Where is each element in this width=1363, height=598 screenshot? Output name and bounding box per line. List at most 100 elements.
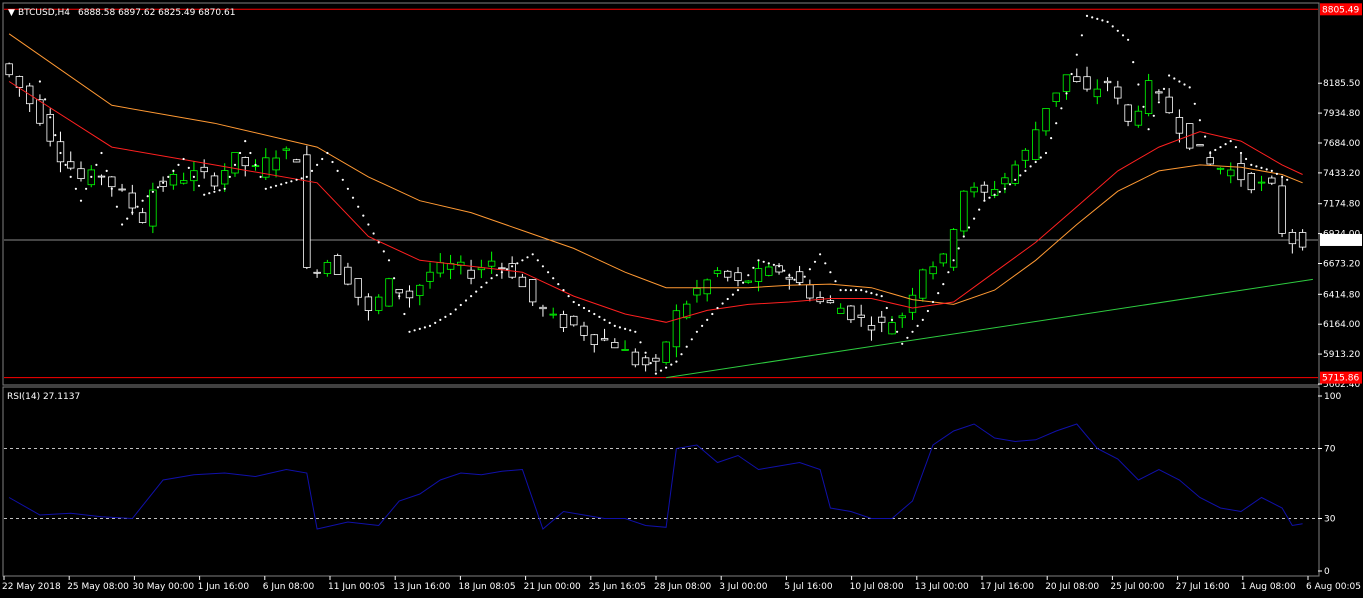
psar-dot [844, 289, 847, 292]
psar-dot [110, 187, 113, 190]
candle-body [56, 141, 65, 163]
candle-body [354, 278, 362, 298]
psar-dot [685, 345, 688, 348]
psar-dot [74, 187, 77, 190]
candle-body [1052, 92, 1060, 103]
psar-dot [1178, 80, 1181, 83]
candle-body [570, 315, 578, 326]
psar-dot [1209, 151, 1212, 155]
psar-dot [762, 260, 765, 263]
psar-dot [413, 329, 416, 332]
candle-body [919, 269, 927, 299]
psar-dot [1137, 83, 1140, 86]
candle-body [724, 270, 732, 278]
candle-body [323, 261, 332, 274]
time-tick-label: 17 Jul 16:00 [980, 582, 1034, 592]
price-tick-label: 6164.00 [1323, 320, 1360, 330]
psar-dot [629, 329, 632, 332]
psar-dot [90, 175, 93, 178]
candle-body [744, 280, 752, 283]
candle-body [1042, 108, 1050, 132]
rsi-header: RSI(14) 27.1137 [7, 392, 80, 402]
psar-dot [937, 292, 940, 295]
psar-dot [854, 289, 858, 292]
psar-dot [793, 278, 796, 281]
candle-body [1206, 157, 1214, 165]
candle-body [374, 296, 383, 311]
header-arrow-icon[interactable]: ▼ [8, 8, 15, 18]
time-tick-label: 10 Jul 08:00 [850, 582, 904, 592]
candle-body [1237, 162, 1245, 181]
psar-dot [813, 260, 817, 263]
candle-body [1103, 80, 1112, 84]
psar-dot [223, 187, 226, 190]
psar-dot [1121, 34, 1125, 37]
candle-body [980, 184, 989, 193]
psar-dot [121, 223, 124, 226]
candle-body [939, 253, 947, 264]
candle-body [549, 313, 557, 316]
psar-dot [916, 324, 919, 327]
psar-dot [577, 303, 581, 307]
psar-dot [495, 274, 498, 277]
psar-dot [177, 163, 180, 166]
psar-dot [172, 169, 175, 172]
candle-body [498, 267, 506, 270]
psar-dot [896, 330, 899, 333]
psar-dot [783, 269, 786, 272]
candle-body [313, 271, 321, 274]
time-tick-label: 6 Aug 00:05 [1306, 582, 1361, 592]
psar-dot [547, 271, 550, 274]
candle-body [590, 334, 598, 346]
psar-dot [105, 169, 108, 172]
psar-dot [865, 290, 868, 293]
psar-dot [1234, 146, 1237, 149]
candle-body [806, 284, 814, 299]
candle-body [631, 351, 640, 366]
psar-dot [516, 262, 519, 265]
psar-dot [464, 299, 468, 302]
candle-body [436, 262, 444, 274]
current-price-tag: 6870.61 [1322, 236, 1359, 246]
candle-body [1021, 149, 1030, 161]
psar-dot [233, 163, 237, 166]
psar-dot [1147, 128, 1150, 131]
psar-dot [1055, 122, 1058, 125]
psar-dot [1260, 166, 1263, 169]
psar-dot [197, 184, 201, 187]
psar-dot [521, 259, 524, 262]
psar-dot [926, 309, 930, 313]
candle-body [231, 151, 239, 174]
candle-body [970, 186, 978, 193]
psar-dot [541, 265, 545, 268]
psar-dot [151, 190, 154, 193]
psar-dot [860, 289, 863, 292]
candle-body [395, 288, 403, 294]
time-tick-label: 25 Jul 00:00 [1110, 582, 1164, 592]
candle-body [149, 189, 157, 227]
psar-dot [1183, 83, 1186, 86]
psar-dot [757, 259, 760, 262]
candle-body [200, 166, 208, 173]
psar-dot [1224, 143, 1227, 146]
psar-dot [156, 186, 160, 189]
psar-dot [480, 286, 483, 289]
candle-body [703, 279, 711, 295]
psar-dot [736, 289, 740, 292]
candle-body [405, 290, 414, 299]
psar-dot [998, 190, 1001, 193]
price-chart[interactable]: 8185.507934.807684.007433.207174.806924.… [0, 0, 1363, 598]
psar-dot [351, 196, 355, 199]
psar-dot [382, 250, 385, 253]
psar-dot [1080, 34, 1083, 37]
candle-body [303, 154, 311, 268]
psar-dot [331, 160, 334, 164]
psar-dot [1255, 165, 1258, 168]
candle-body [1165, 96, 1173, 114]
psar-dot [85, 187, 88, 190]
price-tick-label: 6414.80 [1323, 290, 1360, 300]
psar-dot [721, 302, 724, 305]
psar-dot [321, 157, 324, 161]
psar-dot [1173, 77, 1176, 80]
psar-dot [1286, 178, 1289, 181]
